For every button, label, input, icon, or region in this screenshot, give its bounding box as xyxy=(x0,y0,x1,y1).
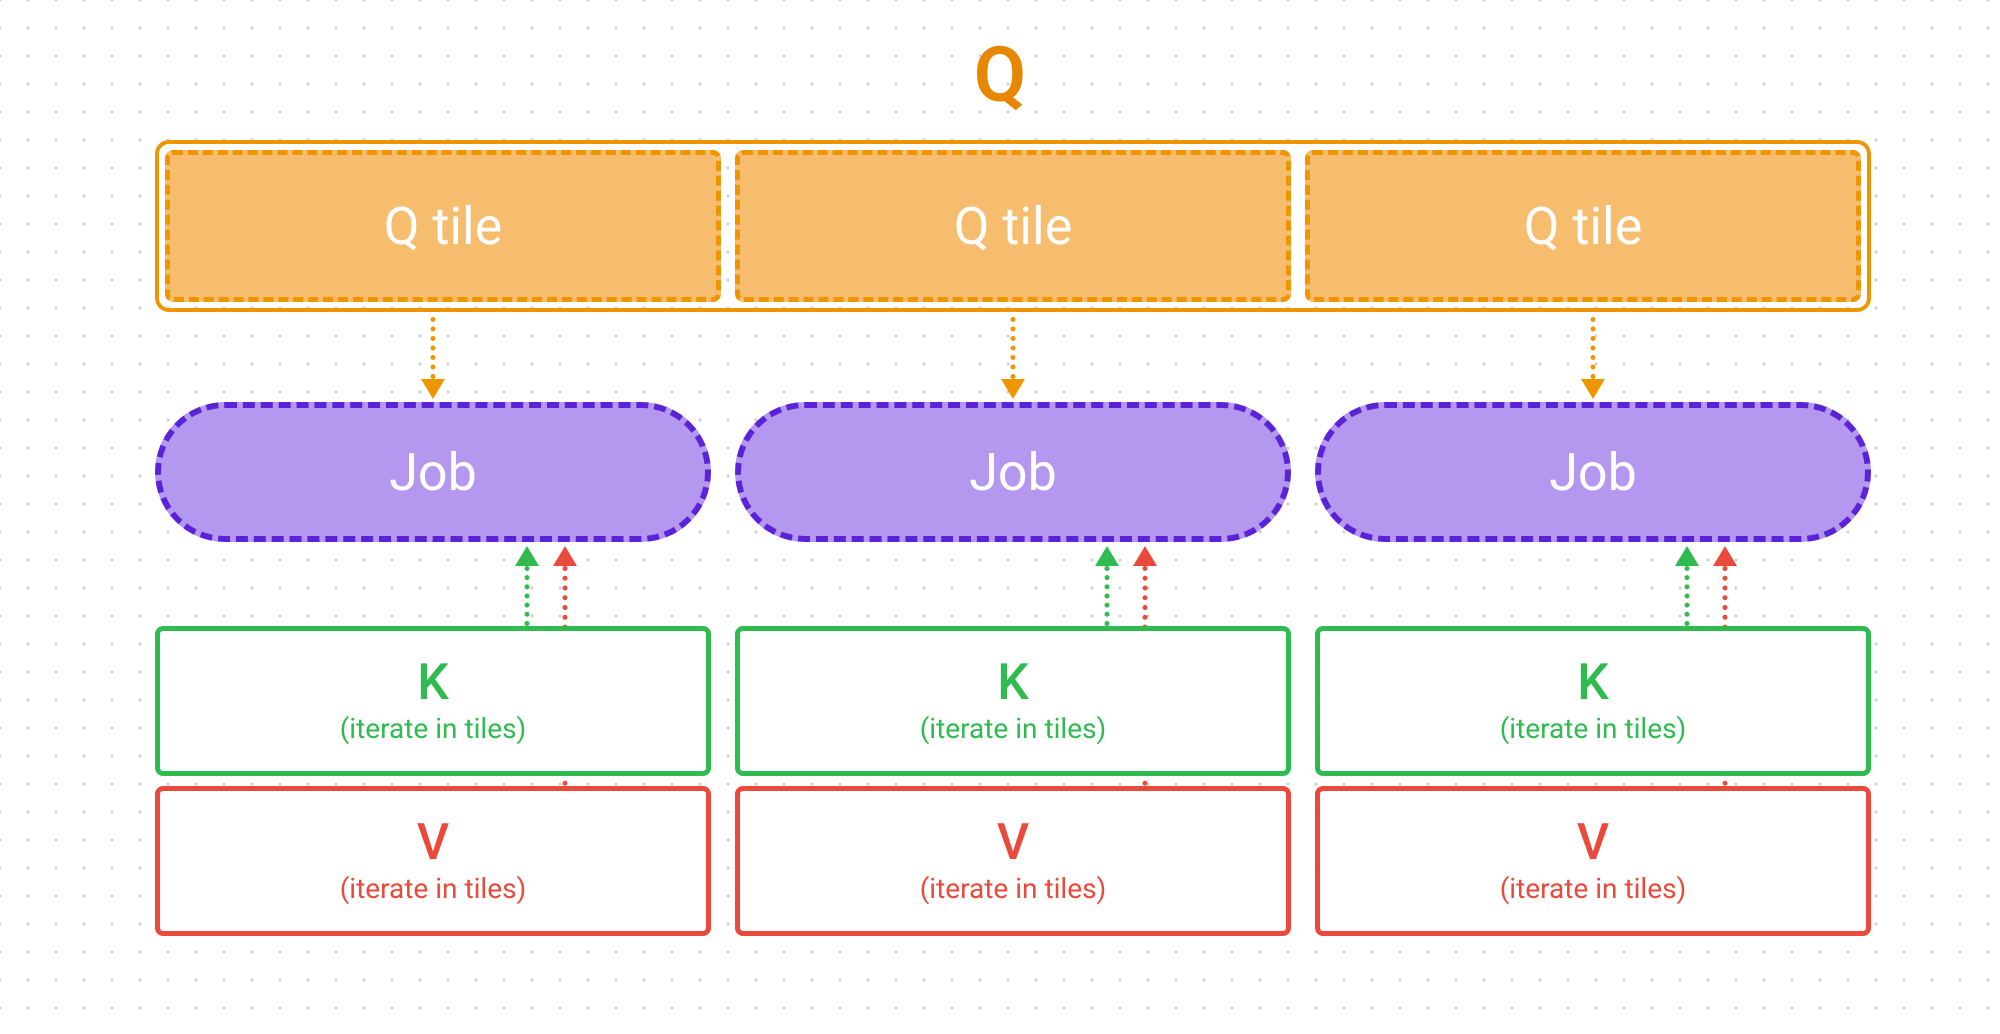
k-label: K xyxy=(1577,658,1609,708)
arrow-q-to-job-icon xyxy=(1001,317,1025,399)
job-column: Job K (iterate in tiles) V (iterate in t… xyxy=(155,312,711,992)
q-tile: Q tile xyxy=(1305,150,1861,302)
job-node: Job xyxy=(735,402,1291,542)
q-tensor-container: Q tile Q tile Q tile xyxy=(155,140,1871,312)
q-tile: Q tile xyxy=(735,150,1291,302)
k-tensor-box: K (iterate in tiles) xyxy=(735,626,1291,776)
k-tensor-box: K (iterate in tiles) xyxy=(155,626,711,776)
v-tensor-box: V (iterate in tiles) xyxy=(735,786,1291,936)
k-sublabel: (iterate in tiles) xyxy=(920,712,1107,745)
arrow-k-to-job-icon xyxy=(1095,546,1119,626)
arrow-k-to-job-icon xyxy=(515,546,539,626)
arrow-q-to-job-icon xyxy=(421,317,445,399)
k-sublabel: (iterate in tiles) xyxy=(340,712,527,745)
v-sublabel: (iterate in tiles) xyxy=(340,872,527,905)
job-column: Job K (iterate in tiles) V (iterate in t… xyxy=(735,312,1291,992)
arrow-k-to-job-icon xyxy=(1675,546,1699,626)
diagram-title: Q xyxy=(974,30,1026,120)
v-tensor-box: V (iterate in tiles) xyxy=(1315,786,1871,936)
k-label: K xyxy=(417,658,449,708)
job-node: Job xyxy=(155,402,711,542)
v-label: V xyxy=(417,818,449,868)
v-sublabel: (iterate in tiles) xyxy=(920,872,1107,905)
job-columns: Job K (iterate in tiles) V (iterate in t… xyxy=(155,312,1871,992)
v-sublabel: (iterate in tiles) xyxy=(1500,872,1687,905)
k-label: K xyxy=(997,658,1029,708)
arrow-q-to-job-icon xyxy=(1581,317,1605,399)
v-label: V xyxy=(1577,818,1609,868)
v-tensor-box: V (iterate in tiles) xyxy=(155,786,711,936)
job-column: Job K (iterate in tiles) V (iterate in t… xyxy=(1315,312,1871,992)
v-label: V xyxy=(997,818,1029,868)
job-node: Job xyxy=(1315,402,1871,542)
k-tensor-box: K (iterate in tiles) xyxy=(1315,626,1871,776)
k-sublabel: (iterate in tiles) xyxy=(1500,712,1687,745)
q-tile: Q tile xyxy=(165,150,721,302)
